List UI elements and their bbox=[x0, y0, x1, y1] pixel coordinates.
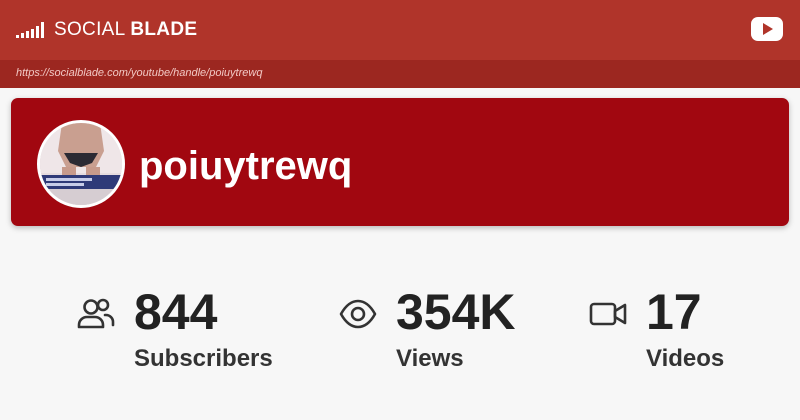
views-label: Views bbox=[396, 345, 464, 372]
brand-text-light: SOCIAL bbox=[54, 19, 131, 40]
youtube-icon[interactable] bbox=[750, 16, 784, 42]
brand-wordmark: SOCIAL BLADE bbox=[54, 19, 197, 41]
page-url[interactable]: https://socialblade.com/youtube/handle/p… bbox=[16, 67, 262, 79]
subscribers-count: 844 bbox=[134, 284, 218, 340]
top-navigation-bar: SOCIAL BLADE bbox=[0, 0, 800, 60]
videos-stat: 17 Videos bbox=[588, 284, 788, 384]
subscribers-stat: 844 Subscribers bbox=[76, 284, 296, 384]
video-camera-icon bbox=[588, 294, 628, 339]
eye-icon bbox=[338, 294, 378, 339]
channel-header-card: poiuytrewq bbox=[11, 98, 789, 226]
videos-label: Videos bbox=[646, 345, 725, 372]
views-stat: 354K Views bbox=[338, 284, 558, 384]
views-count: 354K bbox=[396, 284, 516, 340]
subscribers-label: Subscribers bbox=[134, 345, 273, 372]
videos-count: 17 bbox=[646, 284, 702, 340]
brand-text-bold: BLADE bbox=[130, 19, 198, 40]
channel-avatar[interactable] bbox=[37, 120, 125, 208]
url-strip: https://socialblade.com/youtube/handle/p… bbox=[0, 60, 800, 88]
users-icon bbox=[76, 294, 116, 339]
signal-bars-icon bbox=[16, 22, 44, 38]
socialblade-logo[interactable]: SOCIAL BLADE bbox=[16, 18, 197, 42]
channel-name: poiuytrewq bbox=[139, 144, 353, 188]
